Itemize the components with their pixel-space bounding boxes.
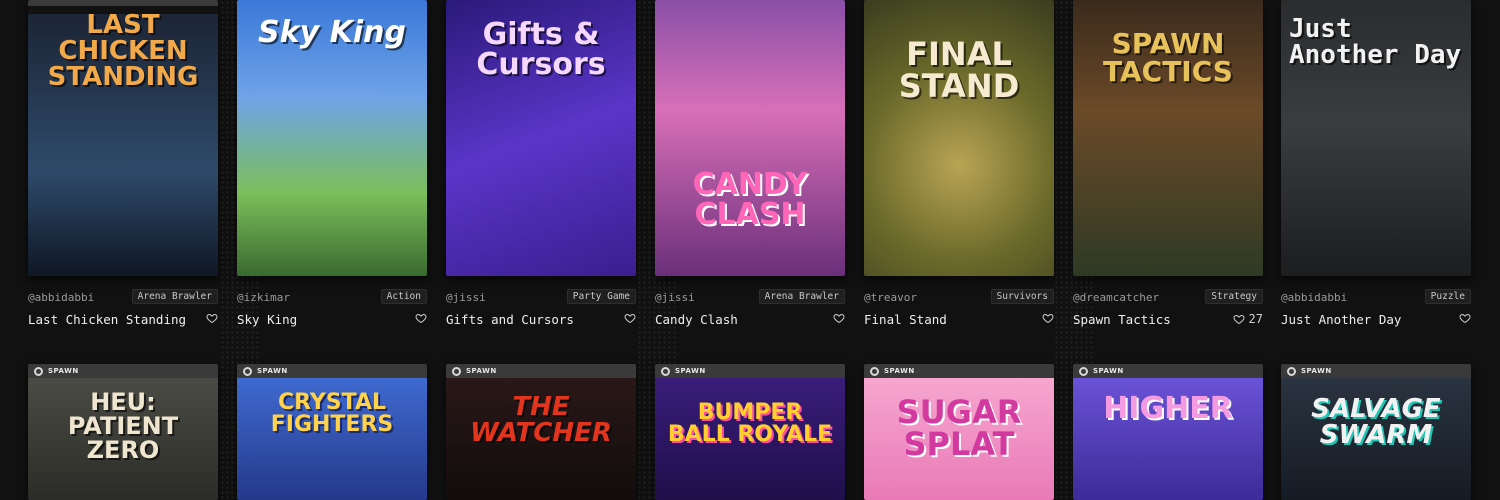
like-button[interactable] (206, 312, 218, 324)
genre-tag[interactable]: Strategy (1205, 289, 1263, 304)
cover-title: HIGHER (1103, 391, 1233, 426)
like-button[interactable]: 27 (1233, 312, 1263, 326)
spawn-badge: SPAWN (655, 364, 845, 378)
spawn-badge: SPAWN (446, 364, 636, 378)
creator-handle[interactable]: @treavor (864, 291, 917, 304)
game-cover[interactable]: SPAWN HEU: PATIENT ZERO (28, 364, 218, 500)
cover-title: SPAWN TACTICS (1103, 27, 1233, 88)
like-button[interactable] (1042, 312, 1054, 324)
cover-title: LAST CHICKEN STANDING (47, 10, 199, 92)
game-cover[interactable]: SPAWN SALVAGE SWARM (1281, 364, 1471, 500)
game-title[interactable]: Candy Clash (655, 312, 738, 327)
like-button[interactable] (415, 312, 427, 324)
heart-icon (624, 313, 636, 324)
game-cover[interactable]: SPAWN TACTICS (1073, 0, 1263, 276)
cover-title: Gifts & Cursors (476, 17, 606, 82)
spawn-badge: SPAWN (864, 364, 1054, 378)
cover-title: Just Another Day (1289, 14, 1462, 70)
like-count: 27 (1248, 312, 1263, 326)
genre-tag[interactable]: Arena Brawler (758, 289, 845, 304)
cover-title: Sky King (258, 15, 406, 50)
genre-tag[interactable]: Arena Brawler (131, 289, 218, 304)
cover-title: FINAL STAND (898, 35, 1020, 105)
spawn-badge: SPAWN (237, 364, 427, 378)
heart-icon (1042, 313, 1054, 324)
creator-handle[interactable]: @jissi (655, 291, 695, 304)
game-cover[interactable]: Sky King (237, 0, 427, 276)
game-title[interactable]: Just Another Day (1281, 312, 1401, 327)
genre-tag[interactable]: Action (380, 289, 427, 304)
spawn-badge: SPAWN (1281, 364, 1471, 378)
cover-title: BUMPER BALL ROYALE (667, 400, 833, 447)
like-button[interactable] (624, 312, 636, 324)
game-title[interactable]: Spawn Tactics (1073, 312, 1171, 327)
game-title[interactable]: Last Chicken Standing (28, 312, 186, 327)
genre-tag[interactable]: Survivors (990, 289, 1054, 304)
game-grid: LAST CHICKEN STANDING @abbidabbi Arena B… (0, 0, 1500, 500)
heart-icon (206, 313, 218, 324)
game-title[interactable]: Final Stand (864, 312, 947, 327)
heart-icon (833, 313, 845, 324)
game-cover[interactable]: Just Another Day (1281, 0, 1471, 276)
creator-handle[interactable]: @dreamcatcher (1073, 291, 1159, 304)
cover-title: SUGAR SPLAT (896, 393, 1022, 463)
spawn-badge: SPAWN (28, 364, 218, 378)
heart-icon (1459, 313, 1471, 324)
game-cover[interactable]: Gifts & Cursors (446, 0, 636, 276)
game-cover[interactable]: LAST CHICKEN STANDING (28, 0, 218, 276)
spawn-logo-icon (243, 366, 252, 376)
game-cover[interactable]: SPAWN CRYSTAL FIGHTERS (237, 364, 427, 500)
creator-handle[interactable]: @izkimar (237, 291, 290, 304)
spawn-logo-icon (661, 366, 670, 376)
spawn-badge: SPAWN (1073, 364, 1263, 378)
spawn-logo-icon (1079, 366, 1088, 376)
game-title[interactable]: Sky King (237, 312, 297, 327)
cover-title: CANDY CLASH (692, 167, 808, 232)
spawn-logo-icon (34, 366, 43, 376)
cover-title: CRYSTAL FIGHTERS (270, 390, 394, 437)
game-cover[interactable]: SPAWN BUMPER BALL ROYALE (655, 364, 845, 500)
cover-title: THE WATCHER (470, 392, 612, 448)
spawn-logo-icon (870, 366, 879, 376)
like-button[interactable] (1459, 312, 1471, 324)
game-cover[interactable]: SPAWN SUGAR SPLAT (864, 364, 1054, 500)
cover-art (655, 0, 845, 276)
creator-handle[interactable]: @jissi (446, 291, 486, 304)
spawn-badge (28, 0, 218, 6)
spawn-logo-icon (1287, 366, 1296, 376)
genre-tag[interactable]: Puzzle (1424, 289, 1471, 304)
game-cover[interactable]: FINAL STAND (864, 0, 1054, 276)
heart-icon (1233, 314, 1245, 325)
cover-title: SALVAGE SWARM (1311, 394, 1441, 450)
genre-tag[interactable]: Party Game (566, 289, 636, 304)
spawn-logo-icon (452, 366, 461, 376)
game-cover[interactable]: SPAWN HIGHER (1073, 364, 1263, 500)
game-cover[interactable]: CANDY CLASH (655, 0, 845, 276)
game-title[interactable]: Gifts and Cursors (446, 312, 574, 327)
like-button[interactable] (833, 312, 845, 324)
game-cover[interactable]: SPAWN THE WATCHER (446, 364, 636, 500)
cover-title: HEU: PATIENT ZERO (67, 388, 179, 464)
creator-handle[interactable]: @abbidabbi (28, 291, 94, 304)
heart-icon (415, 313, 427, 324)
creator-handle[interactable]: @abbidabbi (1281, 291, 1347, 304)
